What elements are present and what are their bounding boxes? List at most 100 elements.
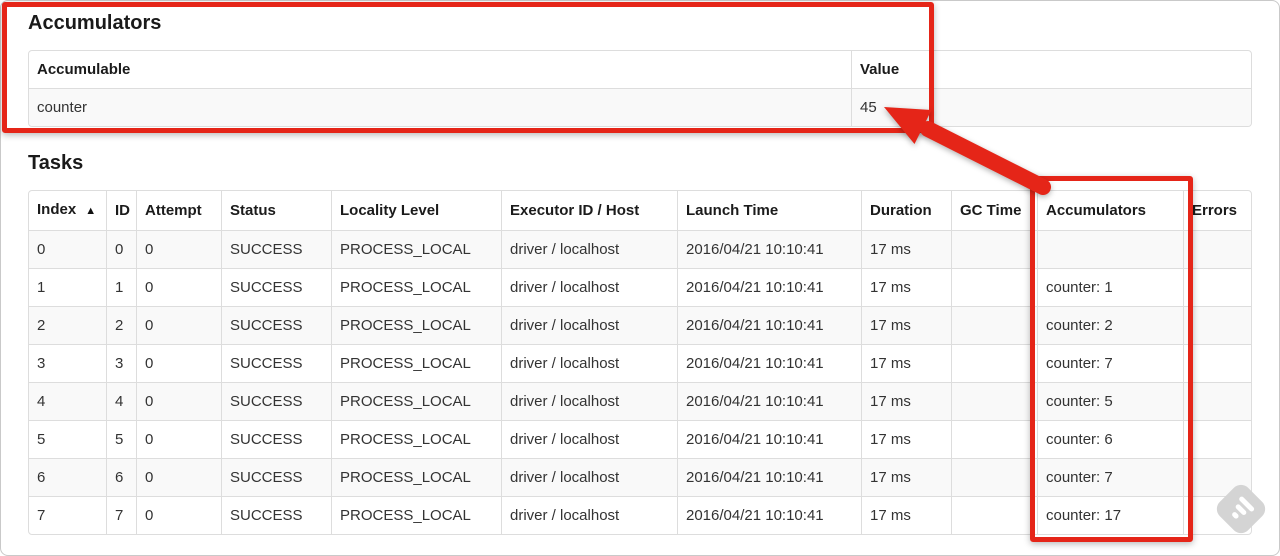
table-cell: counter: 6 — [1037, 420, 1183, 458]
table-cell: 17 ms — [861, 306, 951, 344]
header-row: Accumulable Value — [29, 51, 1251, 88]
accumulators-table: Accumulable Value counter 45 — [28, 50, 1252, 127]
table-row: 0 0 0 SUCCESS PROCESS_LOCAL driver / localhos… — [29, 230, 1251, 268]
table-cell: 2016/04/21 10:10:41 — [677, 230, 861, 268]
table-cell: 5 — [29, 420, 106, 458]
table-cell: 0 — [136, 382, 221, 420]
tasks-table: Index ▲ ID Attempt Status Locality Level Execu… — [28, 190, 1252, 535]
table-cell — [1183, 458, 1251, 496]
table-cell: 4 — [29, 382, 106, 420]
table-row: 7 7 0 SUCCESS PROCESS_LOCAL driver / localhos… — [29, 496, 1251, 534]
table-cell: driver / localhost — [501, 306, 677, 344]
column-header-launch-time[interactable]: Launch Time — [677, 191, 861, 230]
tasks-section-title: Tasks — [28, 152, 84, 174]
column-header-locality-level[interactable]: Locality Level — [331, 191, 501, 230]
table-cell — [951, 230, 1037, 268]
table-cell: driver / localhost — [501, 496, 677, 534]
table-cell: 3 — [29, 344, 106, 382]
table-cell: PROCESS_LOCAL — [331, 496, 501, 534]
table-cell: SUCCESS — [221, 458, 331, 496]
column-header-gc-time[interactable]: GC Time — [951, 191, 1037, 230]
table-cell: counter: 7 — [1037, 344, 1183, 382]
table-row: 5 5 0 SUCCESS PROCESS_LOCAL driver / localhos… — [29, 420, 1251, 458]
table-cell: counter: 7 — [1037, 458, 1183, 496]
table-cell: 2 — [29, 306, 106, 344]
table-cell: PROCESS_LOCAL — [331, 306, 501, 344]
column-header-accumulable: Accumulable — [29, 51, 851, 88]
table-cell: 17 ms — [861, 382, 951, 420]
table-cell: PROCESS_LOCAL — [331, 230, 501, 268]
table-cell: SUCCESS — [221, 306, 331, 344]
column-header-executor-id-host[interactable]: Executor ID / Host — [501, 191, 677, 230]
table-cell — [1183, 382, 1251, 420]
table-cell: 0 — [29, 230, 106, 268]
table-cell: 1 — [106, 268, 136, 306]
table-cell: driver / localhost — [501, 268, 677, 306]
table-cell — [951, 306, 1037, 344]
table-cell: 6 — [29, 458, 106, 496]
table-cell: 0 — [106, 230, 136, 268]
table-cell: counter: 1 — [1037, 268, 1183, 306]
table-row: 3 3 0 SUCCESS PROCESS_LOCAL driver / localhos… — [29, 344, 1251, 382]
table-cell: 0 — [136, 268, 221, 306]
table-row: 1 1 0 SUCCESS PROCESS_LOCAL driver / localhos… — [29, 268, 1251, 306]
table-cell — [1183, 344, 1251, 382]
table-cell: 0 — [136, 344, 221, 382]
table-cell: SUCCESS — [221, 496, 331, 534]
table-cell — [1183, 496, 1251, 534]
table-row: 4 4 0 SUCCESS PROCESS_LOCAL driver / localhos… — [29, 382, 1251, 420]
column-header-status[interactable]: Status — [221, 191, 331, 230]
column-header-value: Value — [851, 51, 1251, 88]
table-cell: 0 — [136, 420, 221, 458]
table-cell: 17 ms — [861, 458, 951, 496]
table-row: 2 2 0 SUCCESS PROCESS_LOCAL driver / localhos… — [29, 306, 1251, 344]
table-cell — [1037, 230, 1183, 268]
table-cell: PROCESS_LOCAL — [331, 382, 501, 420]
table-cell: 2016/04/21 10:10:41 — [677, 496, 861, 534]
table-cell: 4 — [106, 382, 136, 420]
table-cell: 2016/04/21 10:10:41 — [677, 458, 861, 496]
table-cell — [951, 420, 1037, 458]
table-cell — [1183, 268, 1251, 306]
table-cell: 7 — [29, 496, 106, 534]
table-cell: 2016/04/21 10:10:41 — [677, 420, 861, 458]
table-cell: 5 — [106, 420, 136, 458]
table-cell: SUCCESS — [221, 344, 331, 382]
column-header-id[interactable]: ID — [106, 191, 136, 230]
table-cell: 2016/04/21 10:10:41 — [677, 268, 861, 306]
column-header-accumulators[interactable]: Accumulators — [1037, 191, 1183, 230]
table-cell: PROCESS_LOCAL — [331, 344, 501, 382]
table-cell: 2 — [106, 306, 136, 344]
table-cell: counter: 17 — [1037, 496, 1183, 534]
table-cell: 2016/04/21 10:10:41 — [677, 382, 861, 420]
table-cell: 3 — [106, 344, 136, 382]
table-cell: SUCCESS — [221, 268, 331, 306]
column-header-errors[interactable]: Errors — [1183, 191, 1251, 230]
table-cell — [951, 268, 1037, 306]
table-cell: 2016/04/21 10:10:41 — [677, 306, 861, 344]
table-cell: 0 — [136, 306, 221, 344]
table-cell: driver / localhost — [501, 230, 677, 268]
table-cell: driver / localhost — [501, 458, 677, 496]
table-cell: PROCESS_LOCAL — [331, 420, 501, 458]
table-cell — [951, 496, 1037, 534]
table-cell: 17 ms — [861, 230, 951, 268]
table-row: 6 6 0 SUCCESS PROCESS_LOCAL driver / localhos… — [29, 458, 1251, 496]
header-row: Index ▲ ID Attempt Status Locality Level Execu… — [29, 191, 1251, 230]
table-cell: counter — [29, 88, 851, 126]
table-cell — [1183, 306, 1251, 344]
table-cell: 17 ms — [861, 268, 951, 306]
column-header-index[interactable]: Index ▲ — [29, 191, 106, 230]
table-cell: 17 ms — [861, 344, 951, 382]
table-cell: 17 ms — [861, 420, 951, 458]
table-cell: 2016/04/21 10:10:41 — [677, 344, 861, 382]
column-header-duration[interactable]: Duration — [861, 191, 951, 230]
table-cell — [951, 382, 1037, 420]
table-cell: SUCCESS — [221, 230, 331, 268]
table-cell: 45 — [851, 88, 1251, 126]
table-cell: SUCCESS — [221, 420, 331, 458]
table-cell — [951, 344, 1037, 382]
column-header-attempt[interactable]: Attempt — [136, 191, 221, 230]
table-cell: counter: 5 — [1037, 382, 1183, 420]
table-cell: 0 — [136, 458, 221, 496]
